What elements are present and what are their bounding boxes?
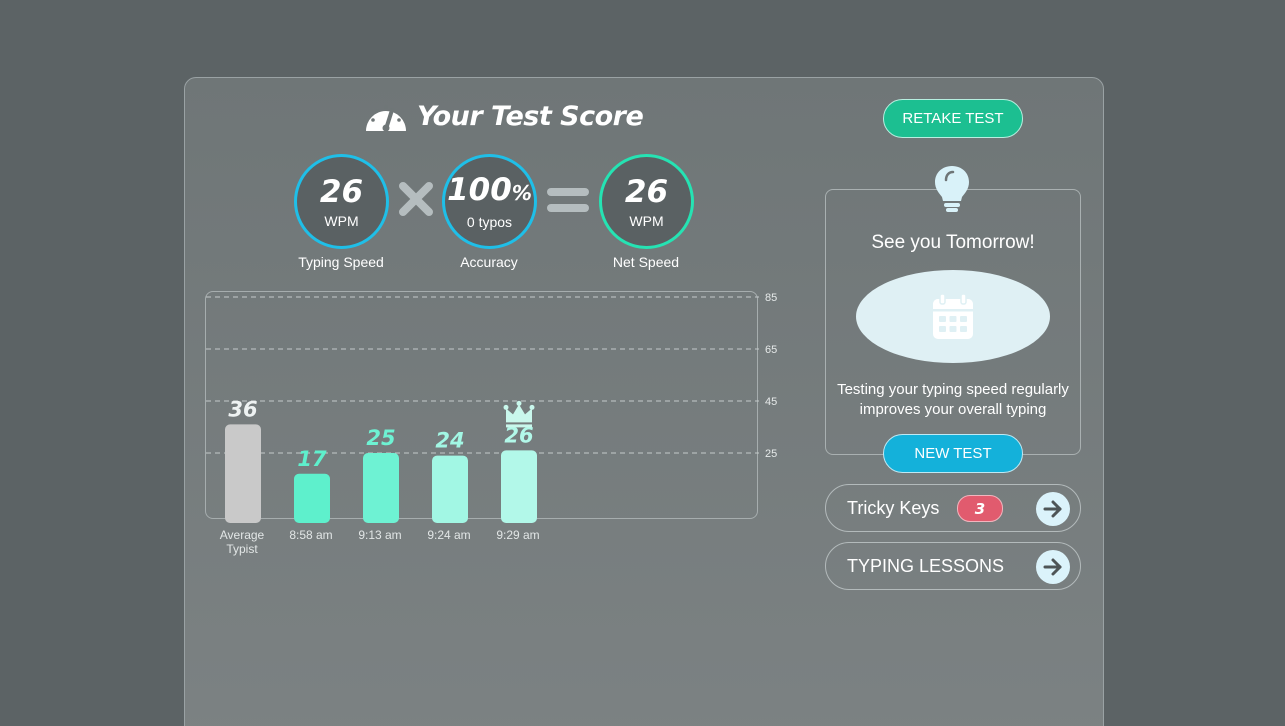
title-row: Your Test Score	[363, 98, 644, 134]
accuracy-caption: Accuracy	[460, 254, 518, 270]
chart-ytick-label: 45	[765, 396, 777, 408]
net-speed-value: 26	[624, 173, 669, 210]
chart-ytick-label: 25	[765, 448, 777, 460]
chart-x-label-line: 9:24 am	[427, 528, 471, 542]
chart-bar	[432, 455, 468, 523]
chart-ytick-label: 85	[765, 292, 777, 304]
chart-x-label-line: Typist	[226, 542, 258, 556]
typing-lessons-button[interactable]: TYPING LESSONS	[825, 542, 1081, 590]
chart-value-label: 36	[228, 397, 257, 421]
chart-bar	[363, 453, 399, 523]
speed-history-chart: 25 45 65 85 36 17 25 24 26	[205, 291, 777, 523]
typing-speed-circle: 26 WPM	[294, 154, 389, 249]
accuracy-typos: 0 typos	[466, 214, 513, 230]
chart-x-label-line: 9:29 am	[496, 528, 540, 542]
tricky-keys-count-badge: 3	[957, 495, 1003, 522]
chart-x-label: Average Typist	[212, 528, 272, 556]
net-speed-circle: 26 WPM	[599, 154, 694, 249]
chart-x-label-line: 9:13 am	[358, 528, 402, 542]
speedometer-icon	[366, 105, 406, 132]
chart-x-label: 9:29 am	[488, 528, 548, 542]
lightbulb-icon	[935, 166, 969, 212]
chart-value-label: 25	[366, 426, 395, 450]
chart-x-label: 9:24 am	[419, 528, 479, 542]
chart-value-label: 17	[297, 447, 327, 471]
arrow-right-icon[interactable]	[1036, 550, 1070, 584]
tip-text-line1: Testing your typing speed regularly	[837, 381, 1069, 398]
accuracy-value: 100	[447, 172, 512, 208]
tricky-keys-button[interactable]: Tricky Keys 3	[825, 484, 1081, 532]
score-card: Your Test Score 26 WPM Typing Speed 100%…	[184, 77, 1104, 726]
retake-test-button[interactable]: RETAKE TEST	[883, 99, 1023, 138]
crown-base	[506, 424, 532, 428]
tip-text: Testing your typing speed regularly impr…	[825, 380, 1081, 420]
typing-speed-unit: WPM	[324, 212, 359, 229]
page-title: Your Test Score	[417, 100, 644, 132]
chart-bar	[294, 473, 330, 523]
equals-icon	[547, 188, 589, 212]
net-speed-unit: WPM	[629, 212, 664, 229]
crown-icon	[506, 404, 532, 423]
chart-value-label: 24	[435, 429, 464, 453]
chart-bar	[225, 424, 261, 523]
chart-x-labels: Average Typist 8:58 am 9:13 am 9:24 am 9:29 a…	[205, 528, 758, 558]
accuracy-circle: 100% 0 typos	[442, 154, 537, 249]
typing-speed-value: 26	[319, 173, 364, 210]
chart-bar	[501, 450, 537, 523]
chart-x-label: 9:13 am	[350, 528, 410, 542]
chart-x-label-line: 8:58 am	[289, 528, 333, 542]
calendar-icon	[933, 292, 973, 339]
crown-jewel	[503, 404, 509, 410]
new-test-button[interactable]: NEW TEST	[883, 434, 1023, 473]
chart-ytick-label: 65	[765, 344, 777, 356]
multiply-icon	[399, 182, 433, 216]
chart-svg: 25456585361725 24 26	[206, 292, 777, 523]
arrow-right-icon[interactable]	[1036, 492, 1070, 526]
calendar-oval	[856, 270, 1050, 363]
net-speed-caption: Net Speed	[612, 254, 680, 270]
chart-x-label-line: Average	[219, 528, 265, 542]
typing-speed-caption: Typing Speed	[298, 254, 384, 270]
accuracy-percent: %	[511, 181, 532, 205]
crown-jewel	[529, 404, 535, 410]
tip-text-line2: improves your overall typing	[859, 401, 1047, 418]
typing-lessons-label: TYPING LESSONS	[847, 555, 1005, 576]
tip-title: See you Tomorrow!	[871, 232, 1035, 253]
chart-x-label: 8:58 am	[281, 528, 341, 542]
accuracy-value-wrap: 100%	[447, 173, 532, 210]
tricky-keys-label: Tricky Keys	[847, 497, 940, 518]
crown-jewel	[516, 400, 522, 406]
